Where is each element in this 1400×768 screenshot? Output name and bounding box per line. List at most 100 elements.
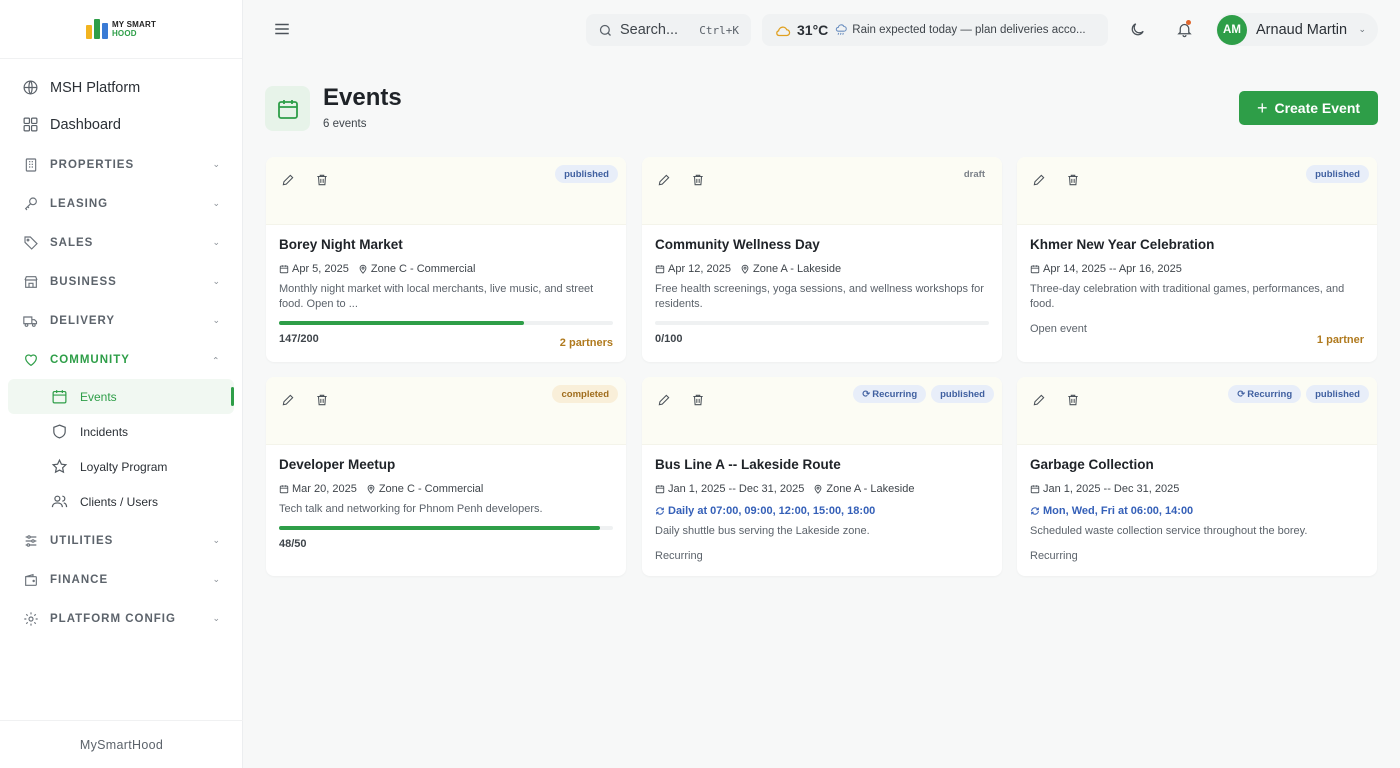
sidebar-item-label: MSH Platform (50, 79, 141, 96)
open-event-label: Open event (1030, 323, 1087, 335)
notifications-button[interactable] (1170, 15, 1198, 43)
event-card[interactable]: published Borey Night Market Apr 5, 2025… (266, 157, 626, 362)
sidebar-item-clients-users[interactable]: Clients / Users (8, 484, 234, 519)
calendar-icon (279, 264, 289, 274)
sidebar: MY SMART HOOD MSH Platform Dashboard PRO… (0, 0, 243, 768)
sidebar-item-label: Events (80, 389, 117, 404)
menu-toggle-button[interactable] (267, 14, 297, 44)
event-date: Apr 12, 2025 (668, 263, 731, 275)
search-input[interactable]: Search... Ctrl+K (586, 14, 751, 46)
page-subtitle: 6 events (323, 118, 367, 130)
rain-cloud-icon (834, 23, 848, 37)
event-card[interactable]: completed Developer Meetup Mar 20, 2025 … (266, 377, 626, 576)
sidebar-item-dashboard[interactable]: Dashboard (0, 106, 242, 143)
chevron-down-icon: ⌄ (212, 237, 220, 247)
edit-icon[interactable] (656, 172, 672, 188)
event-card[interactable]: ⟳ Recurring published Garbage Collection … (1017, 377, 1377, 576)
trash-icon[interactable] (314, 392, 330, 408)
weather-widget[interactable]: 31°C Rain expected today — plan deliveri… (762, 14, 1108, 46)
calendar-icon (1030, 264, 1040, 274)
event-location: Zone C - Commercial (370, 263, 476, 275)
calendar-icon (50, 388, 68, 406)
sidebar-group-properties[interactable]: PROPERTIES ⌄ (0, 145, 242, 184)
location-pin-icon (740, 264, 750, 274)
sidebar-group-business[interactable]: BUSINESS ⌄ (0, 262, 242, 301)
calendar-icon (279, 484, 289, 494)
event-card[interactable]: draft Community Wellness Day Apr 12, 202… (642, 157, 1002, 362)
page-title: Events (323, 84, 402, 111)
weather-temperature: 31°C (797, 22, 829, 38)
store-icon (22, 273, 39, 290)
edit-icon[interactable] (280, 392, 296, 408)
user-menu[interactable]: AM Arnaud Martin ⌄ (1216, 13, 1378, 46)
grid-icon (22, 116, 39, 133)
users-icon (50, 493, 68, 511)
repeat-icon: ⟳ (1237, 388, 1246, 400)
sidebar-group-sales[interactable]: SALES ⌄ (0, 223, 242, 262)
sidebar-group-utilities[interactable]: UTILITIES ⌄ (0, 521, 242, 560)
edit-icon[interactable] (1031, 392, 1047, 408)
trash-icon[interactable] (690, 392, 706, 408)
truck-icon (22, 312, 39, 329)
calendar-icon (1030, 484, 1040, 494)
trash-icon[interactable] (1065, 392, 1081, 408)
sidebar-item-label: Loyalty Program (80, 459, 168, 474)
capacity-count: 48/50 (279, 537, 307, 550)
sidebar-item-loyalty-program[interactable]: Loyalty Program (8, 449, 234, 484)
sidebar-group-label: LEASING (50, 197, 109, 210)
app-logo[interactable]: MY SMART HOOD (0, 0, 242, 59)
status-badge: published (1306, 165, 1369, 183)
partners-count[interactable]: 1 partner (1317, 334, 1364, 346)
recurring-badge-label: Recurring (1247, 388, 1293, 400)
sidebar-item-msh-platform[interactable]: MSH Platform (0, 69, 242, 106)
capacity-progress-bar (279, 526, 613, 530)
sidebar-group-leasing[interactable]: LEASING ⌄ (0, 184, 242, 223)
partners-count[interactable]: 2 partners (560, 337, 613, 349)
recurring-badge: ⟳ Recurring (1228, 385, 1302, 403)
edit-icon[interactable] (280, 172, 296, 188)
event-title: Community Wellness Day (655, 237, 820, 252)
shield-icon (50, 423, 68, 441)
logo-icon (85, 19, 108, 39)
chevron-down-icon: ⌄ (212, 613, 220, 623)
trash-icon[interactable] (314, 172, 330, 188)
sidebar-group-finance[interactable]: FINANCE ⌄ (0, 560, 242, 599)
sidebar-item-incidents[interactable]: Incidents (8, 414, 234, 449)
event-description: Three-day celebration with traditional g… (1030, 283, 1345, 310)
capacity-progress-bar (279, 321, 613, 325)
chevron-up-icon: ⌄ (212, 355, 220, 365)
logo-text-line2: HOOD (111, 29, 137, 38)
sidebar-nav: MSH Platform Dashboard PROPERTIES ⌄ LEAS… (0, 59, 242, 638)
edit-icon[interactable] (1031, 172, 1047, 188)
event-description: Tech talk and networking for Phnom Penh … (279, 503, 543, 515)
event-schedule: Daily at 07:00, 09:00, 12:00, 15:00, 18:… (668, 505, 876, 517)
calendar-icon (655, 264, 665, 274)
event-title: Bus Line A -- Lakeside Route (655, 457, 841, 472)
theme-toggle-button[interactable] (1123, 15, 1151, 43)
create-event-button[interactable]: + Create Event (1239, 91, 1378, 125)
recurring-badge: ⟳ Recurring (853, 385, 927, 403)
sidebar-item-events[interactable]: Events (8, 379, 234, 414)
chevron-down-icon: ⌄ (1358, 24, 1366, 34)
sidebar-item-label: Dashboard (50, 116, 121, 133)
sidebar-group-platform-config[interactable]: PLATFORM CONFIG ⌄ (0, 599, 242, 638)
plus-icon: + (1256, 98, 1268, 118)
sliders-icon (22, 532, 39, 549)
sidebar-group-delivery[interactable]: DELIVERY ⌄ (0, 301, 242, 340)
globe-icon (22, 79, 39, 96)
search-shortcut: Ctrl+K (699, 23, 739, 37)
chevron-down-icon: ⌄ (212, 315, 220, 325)
trash-icon[interactable] (1065, 172, 1081, 188)
sidebar-group-label: PROPERTIES (50, 158, 135, 171)
event-card[interactable]: published Khmer New Year Celebration Apr… (1017, 157, 1377, 362)
event-card[interactable]: ⟳ Recurring published Bus Line A -- Lakes… (642, 377, 1002, 576)
status-badge: draft (963, 168, 985, 180)
notification-dot (1186, 20, 1191, 25)
chevron-down-icon: ⌄ (212, 535, 220, 545)
edit-icon[interactable] (656, 392, 672, 408)
sidebar-group-label: PLATFORM CONFIG (50, 612, 176, 625)
page-calendar-icon (265, 86, 310, 131)
sidebar-group-community[interactable]: COMMUNITY ⌄ (0, 340, 242, 379)
trash-icon[interactable] (690, 172, 706, 188)
location-pin-icon (358, 264, 368, 274)
